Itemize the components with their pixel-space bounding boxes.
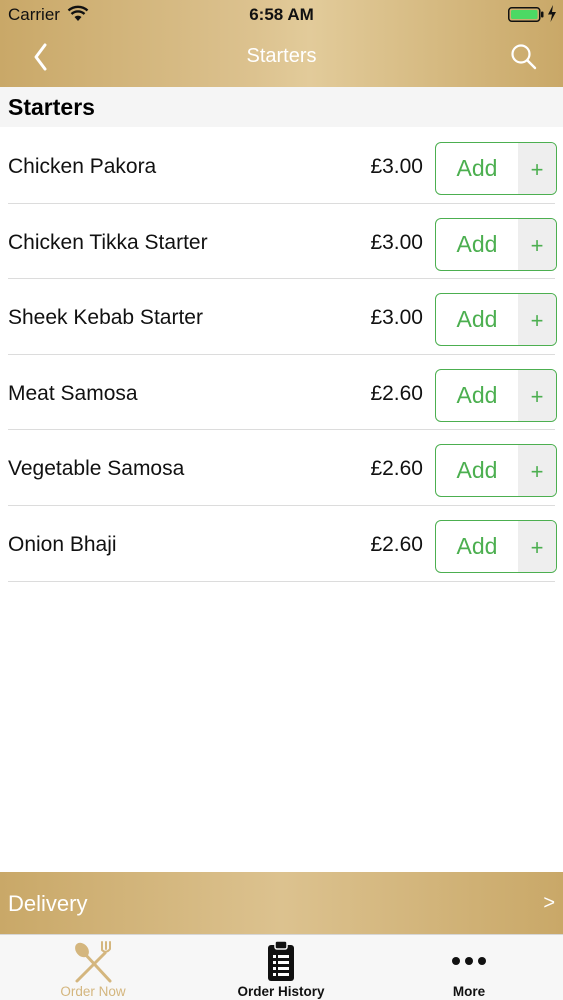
search-button[interactable] [506,40,542,76]
item-price: £2.60 [370,381,423,405]
add-button[interactable]: Add + [435,368,557,422]
item-name: Chicken Tikka Starter [8,230,208,254]
menu-item: Vegetable Samosa £2.60 Add + [0,430,563,506]
clipboard-list-icon [268,940,294,981]
menu-item: Onion Bhaji £2.60 Add + [0,506,563,582]
chevron-right-icon: > [543,892,555,914]
section-header: Starters [0,87,563,127]
item-name: Sheek Kebab Starter [8,306,203,330]
plus-icon: + [518,445,556,497]
add-button[interactable]: Add + [435,142,557,195]
clock: 6:58 AM [249,5,314,24]
add-label: Add [456,532,498,559]
fork-knife-icon [75,941,112,983]
add-label: Add [456,457,498,484]
plus-icon: + [518,218,556,270]
delivery-label: Delivery [8,891,88,916]
tab-label: Order History [237,984,325,999]
item-price: £3.00 [370,306,423,330]
menu-list: Chicken Pakora £3.00 Add + Chicken Tikka… [0,128,563,582]
item-name: Vegetable Samosa [8,457,185,481]
add-label: Add [456,230,498,257]
plus-icon: + [518,369,556,421]
tab-bar: Order Now Order History More [0,934,563,1000]
tab-order-now[interactable]: Order Now [40,935,146,1000]
add-button[interactable]: Add + [435,293,557,347]
search-icon [511,44,537,70]
item-price: £2.60 [370,532,423,556]
page-title: Starters [246,45,317,67]
add-label: Add [456,381,498,408]
add-label: Add [456,155,498,181]
plus-icon: + [518,143,556,194]
menu-item: Meat Samosa £2.60 Add + [0,355,563,431]
item-price: £2.60 [370,457,423,481]
section-title: Starters [8,94,95,120]
add-label: Add [456,306,498,333]
add-button[interactable]: Add + [435,444,557,498]
plus-icon: + [518,294,556,346]
tab-label: More [452,984,486,999]
item-name: Chicken Pakora [8,155,157,178]
nav-bar: Starters [0,30,563,87]
more-dots-icon [452,957,486,965]
tab-order-history[interactable]: Order History [220,935,342,1000]
tab-label: Order Now [60,984,126,999]
item-name: Onion Bhaji [8,532,117,556]
header: Carrier 6:58 AM Starters [0,0,563,87]
menu-item: Chicken Tikka Starter £3.00 Add + [0,204,563,280]
item-name: Meat Samosa [8,381,138,405]
battery-icon [508,7,544,22]
item-price: £3.00 [370,230,423,254]
add-button[interactable]: Add + [435,217,557,271]
charging-icon [548,5,556,22]
item-price: £3.00 [370,155,423,178]
tab-more[interactable]: More [430,935,508,1000]
plus-icon: + [518,520,556,572]
delivery-button[interactable]: Delivery > [0,872,563,934]
menu-item: Sheek Kebab Starter £3.00 Add + [0,279,563,355]
add-button[interactable]: Add + [435,519,557,573]
menu-item: Chicken Pakora £3.00 Add + [0,128,563,204]
status-bar: Carrier 6:58 AM [0,0,563,30]
